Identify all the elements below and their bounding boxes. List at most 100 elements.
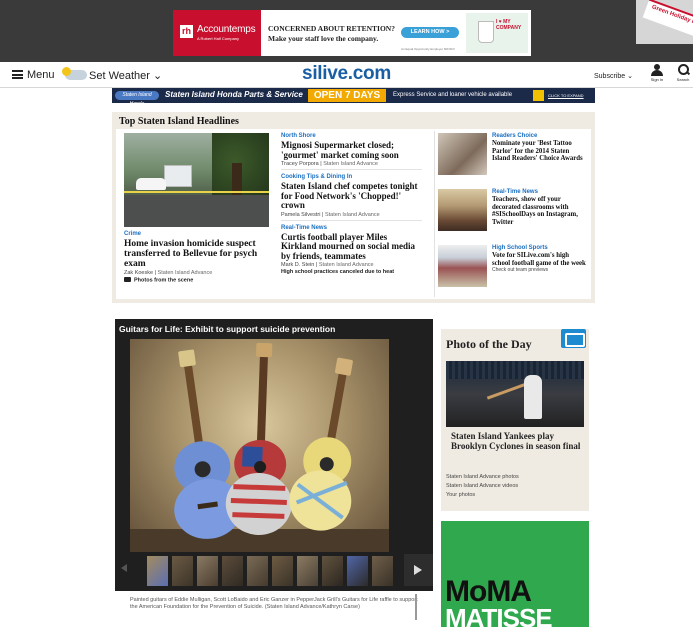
lead-kicker[interactable]: Crime (124, 231, 270, 237)
lead-story[interactable]: Crime Home invasion homicide suspect tra… (124, 133, 270, 284)
story-kicker[interactable]: High School Sports (492, 245, 588, 251)
expand-arrow-icon[interactable] (533, 90, 544, 101)
rh-logo-icon: rh (180, 25, 193, 38)
top-ad-bar: rh Accountemps A Robert Half Company CON… (0, 0, 693, 62)
potd-title: Photo of the Day (446, 337, 532, 351)
lead-photos-label: Photos from the scene (134, 277, 194, 284)
story-text: High School Sports Vote for SILive.com's… (492, 245, 588, 273)
gallery-thumbnail[interactable] (247, 556, 268, 586)
photo-police-tape (124, 191, 269, 193)
honda-open-7-days: OPEN 7 DAYS (308, 89, 386, 102)
lead-headline[interactable]: Home invasion homicide suspect transferr… (124, 239, 270, 269)
camera-icon (124, 277, 131, 282)
gallery-prev-button[interactable] (121, 562, 129, 574)
honda-desc: Express Service and loaner vehicle avail… (393, 92, 513, 98)
potd-link[interactable]: Staten Island Advance videos (446, 482, 519, 491)
story-source: Staten Island Advance (323, 161, 378, 167)
story-kicker[interactable]: Cooking Tips & Dining In (281, 174, 422, 180)
gallery-caption: Painted guitars of Eddie Mulligan, Scott… (130, 597, 418, 610)
gallery-thumbnail[interactable] (147, 556, 168, 586)
lead-author[interactable]: Zak Koeske (124, 270, 153, 276)
story-subline[interactable]: Check out team previews (492, 267, 588, 273)
gallery-thumbnail-strip (145, 556, 401, 586)
ad-brand-sub: A Robert Half Company (197, 36, 240, 41)
story-author[interactable]: Pamela Silvestri (281, 212, 320, 218)
accountemps-ad[interactable]: rh Accountemps A Robert Half Company CON… (173, 10, 531, 56)
ad-fine-print: An Equal Opportunity Employer M/F/D/V (401, 47, 455, 51)
photo-of-the-day: Photo of the Day Staten Island Yankees p… (441, 329, 589, 511)
story-headline[interactable]: Curtis football player Miles Kirkland mo… (281, 232, 422, 262)
lead-source: Staten Island Advance (157, 270, 213, 276)
guitars-illustration (174, 342, 353, 539)
list-item[interactable]: Real-Time News Teachers, show off your d… (438, 189, 588, 245)
column-divider (434, 131, 435, 297)
gallery-thumbnail[interactable] (197, 556, 218, 586)
ad-headline: CONCERNED ABOUT RETENTION? Make your sta… (268, 24, 395, 44)
story-byline: Tracey Porpora | Staten Island Advance (281, 161, 378, 167)
potd-link[interactable]: Your photos (446, 491, 519, 500)
gallery-main-photo[interactable] (130, 339, 389, 552)
potd-caption[interactable]: Staten Island Yankees play Brooklyn Cycl… (451, 431, 583, 451)
list-item[interactable]: Real-Time News Curtis football player Mi… (281, 225, 422, 276)
caption-scrollbar[interactable] (415, 594, 417, 620)
potd-links: Staten Island Advance photos Staten Isla… (446, 473, 519, 500)
story-author[interactable]: Mark D. Stein (281, 262, 314, 268)
middle-stories: North Shore Mignosi Supermarket closed; … (281, 133, 422, 275)
story-byline: Pamela Silvestri | Staten Island Advance (281, 211, 380, 218)
story-text: Real-Time News Teachers, show off your d… (492, 189, 588, 226)
photo-crowd (446, 361, 584, 379)
honda-badge: Staten Island Honda (115, 91, 159, 103)
photo-car (136, 178, 166, 190)
story-thumbnail[interactable] (438, 245, 487, 287)
potd-photo[interactable] (446, 361, 584, 427)
honda-cta[interactable]: CLICK TO EXPAND (548, 93, 584, 98)
story-headline[interactable]: Mignosi Supermarket closed; 'gourmet' ma… (281, 140, 422, 160)
ad-headline-2: Make your staff love the company. (268, 34, 379, 43)
potd-link[interactable]: Staten Island Advance photos (446, 473, 519, 482)
photo-player (524, 375, 542, 419)
list-item[interactable]: Readers Choice Nominate your 'Best Tatto… (438, 133, 588, 189)
gallery-thumbnail[interactable] (372, 556, 393, 586)
moma-ad[interactable]: MoMA MATISSE (441, 521, 589, 627)
related-link[interactable]: High school practices canceled due to he… (281, 269, 422, 275)
cup-icon (478, 21, 494, 43)
story-headline[interactable]: Nominate your 'Best Tattoo Parlor' for t… (492, 140, 588, 163)
story-byline: Mark D. Stein | Staten Island Advance (281, 262, 374, 268)
gallery-title[interactable]: Guitars for Life: Exhibit to support sui… (119, 324, 335, 334)
top-headlines-module: Top Staten Island Headlines Crime Home i… (112, 112, 595, 303)
gallery-thumbnail[interactable] (322, 556, 343, 586)
story-headline[interactable]: Staten Island chef competes tonight for … (281, 181, 422, 211)
ad-brand: Accountemps (197, 24, 256, 35)
story-headline[interactable]: Teachers, show off your decorated classr… (492, 196, 588, 226)
headlines-body: Crime Home invasion homicide suspect tra… (116, 129, 591, 299)
story-kicker[interactable]: Readers Choice (492, 133, 588, 139)
list-item[interactable]: Cooking Tips & Dining In Staten Island c… (281, 174, 422, 221)
story-headline[interactable]: Vote for SILive.com's high school footba… (492, 252, 588, 267)
lead-photos-link[interactable]: Photos from the scene (124, 277, 270, 284)
photo-road (124, 195, 269, 227)
site-logo[interactable]: silive.com (0, 63, 693, 85)
list-item[interactable]: North Shore Mignosi Supermarket closed; … (281, 133, 422, 170)
list-item[interactable]: High School Sports Vote for SILive.com's… (438, 245, 588, 301)
gallery-next-button[interactable] (404, 554, 433, 586)
coffee-cup-image: I ♥ MY COMPANY (466, 13, 528, 53)
moma-line-2: MATISSE (445, 603, 553, 627)
honda-title: Staten Island Honda Parts & Service (165, 90, 303, 99)
gallery-thumbnail[interactable] (272, 556, 293, 586)
story-thumbnail[interactable] (438, 189, 487, 231)
story-thumbnail[interactable] (438, 133, 487, 175)
ad-learn-how-button[interactable]: LEARN HOW > (401, 27, 459, 38)
gallery-thumbnail[interactable] (297, 556, 318, 586)
gallery-thumbnail[interactable] (347, 556, 368, 586)
story-kicker[interactable]: Real-Time News (492, 189, 588, 195)
corner-peel-ad[interactable]: Green Holiday Parts (636, 0, 693, 44)
gallery-thumbnail[interactable] (172, 556, 193, 586)
story-kicker[interactable]: North Shore (281, 133, 422, 139)
accountemps-logo: rh Accountemps A Robert Half Company (173, 10, 261, 56)
gallery-icon[interactable] (561, 329, 586, 348)
story-kicker[interactable]: Real-Time News (281, 225, 422, 231)
lead-story-photo[interactable] (124, 133, 269, 227)
story-author[interactable]: Tracey Porpora (281, 161, 319, 167)
gallery-thumbnail[interactable] (222, 556, 243, 586)
honda-banner-ad[interactable]: Staten Island Honda Staten Island Honda … (112, 88, 595, 103)
